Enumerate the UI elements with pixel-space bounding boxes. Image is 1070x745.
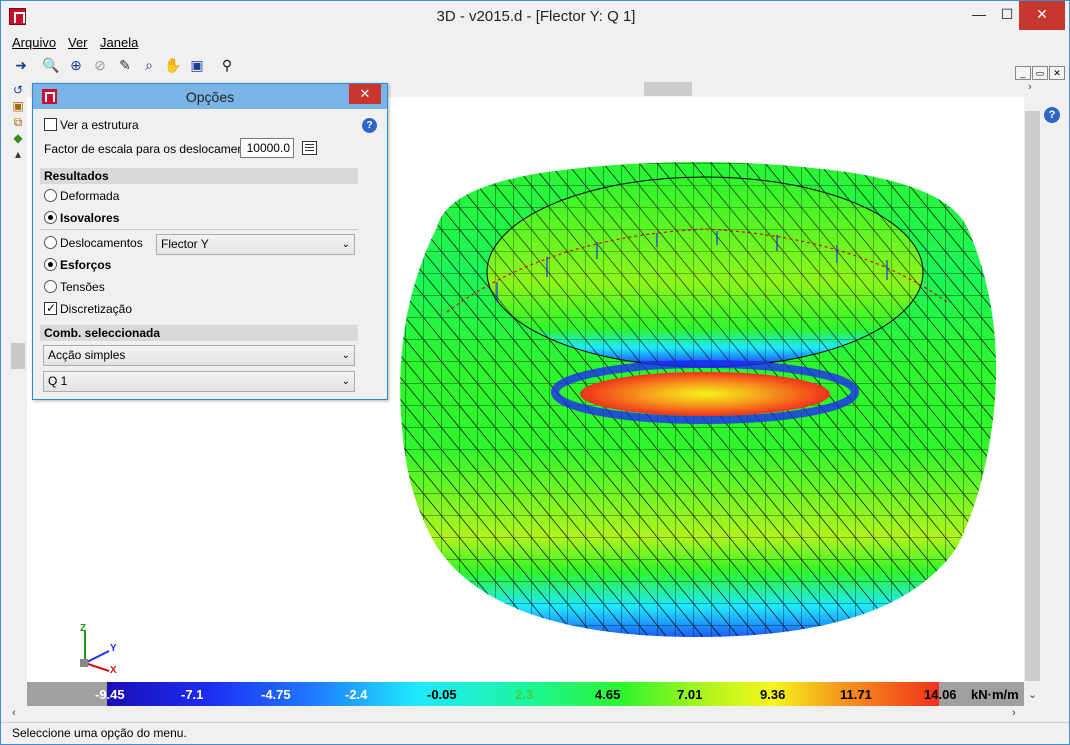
vertical-scroll-thumb[interactable] xyxy=(1025,111,1040,681)
axis-triad: Z Y X xyxy=(61,621,131,676)
tensoes-label: Tensões xyxy=(60,280,105,294)
toolbar: ➜ 🔍 ⊕ ⊘ ✎ ⌕ ✋ ▣ ⚲ ? xyxy=(1,52,1069,123)
rotate-view-icon[interactable]: ↺ xyxy=(11,83,25,97)
pan-hand-icon[interactable]: ✋ xyxy=(163,55,183,75)
options-body: Ver a estrutura ? Factor de escala para … xyxy=(38,113,383,397)
axis-z-label: Z xyxy=(80,623,86,634)
combination-type-select[interactable]: Acção simples ⌄ xyxy=(43,345,355,366)
binoculars-icon[interactable]: ⚲ xyxy=(217,55,237,75)
legend-label-1: -7.1 xyxy=(181,687,204,702)
scroll-left-arrow[interactable]: ‹ xyxy=(12,707,16,719)
menu-janela[interactable]: Janela xyxy=(100,35,138,50)
scale-factor-input[interactable]: 10000.0 xyxy=(240,138,294,158)
menu-bar: Arquivo Ver Janela _ ▭ ✕ xyxy=(1,32,1069,80)
legend-unit: kN·m/m xyxy=(971,687,1019,702)
deformada-label: Deformada xyxy=(60,189,120,203)
options-close-button[interactable]: ✕ xyxy=(349,84,381,104)
legend-label-9: 11.71 xyxy=(840,687,872,702)
calculator-icon[interactable] xyxy=(302,141,317,155)
combination-case-select[interactable]: Q 1 ⌄ xyxy=(43,371,355,392)
component-value: Flector Y xyxy=(161,237,209,251)
component-select[interactable]: Flector Y ⌄ xyxy=(156,234,355,255)
zoom-window-icon[interactable]: ⊕ xyxy=(66,55,86,75)
results-divider xyxy=(40,229,358,230)
pen-icon[interactable]: ✎ xyxy=(115,55,135,75)
multi-view-icon[interactable]: ⧉ xyxy=(11,115,25,129)
scroll-right-arrow[interactable]: › xyxy=(1028,81,1032,93)
title-bar: 3D - v2015.d - [Flector Y: Q 1] — ☐ ✕ xyxy=(1,1,1069,32)
deformada-radio[interactable] xyxy=(44,189,57,202)
tensoes-radio[interactable] xyxy=(44,280,57,293)
scroll-down-arrow[interactable]: ⌄ xyxy=(1028,688,1037,701)
horizontal-scrollbar[interactable]: ‹ › xyxy=(9,706,1041,722)
isovalores-label: Isovalores xyxy=(60,211,120,225)
cube-view-icon[interactable]: ▣ xyxy=(11,99,25,113)
isovalores-radio[interactable] xyxy=(44,211,57,224)
zoom-all-icon[interactable]: ⊘ xyxy=(90,55,110,75)
zoom-search-icon[interactable]: ⌕ xyxy=(139,55,159,75)
scale-factor-label: Factor de escala para os deslocamentos xyxy=(44,142,261,156)
scroll-thumb-top[interactable] xyxy=(644,82,692,96)
left-scroll-thumb[interactable] xyxy=(11,343,25,369)
scroll-right-arrow-bottom[interactable]: › xyxy=(1012,707,1016,719)
legend-label-6: 4.65 xyxy=(595,687,621,702)
zoom-pointer-icon[interactable]: 🔍 xyxy=(41,55,61,75)
view-tool-strip: ↺ ▣ ⧉ ◆ ▴ xyxy=(9,81,27,706)
panel-help-icon[interactable]: ? xyxy=(362,118,377,133)
combination-type-value: Acção simples xyxy=(48,348,126,362)
chevron-down-icon: ⌄ xyxy=(341,376,350,387)
window-title: 3D - v2015.d - [Flector Y: Q 1] xyxy=(436,8,636,25)
legend-label-4: -0.05 xyxy=(427,687,457,702)
results-section: Resultados xyxy=(40,168,358,184)
deslocamentos-label: Deslocamentos xyxy=(60,236,143,250)
axis-y-label: Y xyxy=(110,643,117,654)
status-bar: Seleccione uma opção do menu. xyxy=(1,722,1069,744)
discretizacao-label: Discretização xyxy=(60,302,133,316)
show-structure-checkbox[interactable] xyxy=(44,118,57,131)
app-window: 3D - v2015.d - [Flector Y: Q 1] — ☐ ✕ Ar… xyxy=(0,0,1070,745)
esforcos-radio[interactable] xyxy=(44,258,57,271)
help-icon[interactable]: ? xyxy=(1044,107,1060,123)
status-text: Seleccione uma opção do menu. xyxy=(12,726,187,740)
esforcos-label: Esforços xyxy=(60,258,112,272)
show-structure-label: Ver a estrutura xyxy=(60,118,139,132)
exit-icon[interactable]: ➜ xyxy=(11,55,31,75)
menu-ver[interactable]: Ver xyxy=(68,35,88,50)
color-legend: -9.45 -7.1 -4.75 -2.4 -0.05 2.3 4.65 7.0… xyxy=(27,682,1024,706)
menu-arquivo[interactable]: Arquivo xyxy=(12,35,56,50)
axis-x-label: X xyxy=(110,665,117,676)
close-button[interactable]: ✕ xyxy=(1019,1,1065,30)
scroll-up-icon[interactable]: ▴ xyxy=(11,147,25,161)
combination-case-value: Q 1 xyxy=(48,374,68,388)
legend-label-5: 2.3 xyxy=(515,687,534,702)
legend-label-2: -4.75 xyxy=(261,687,291,702)
chevron-down-icon: ⌄ xyxy=(341,239,350,250)
deslocamentos-radio[interactable] xyxy=(44,236,57,249)
legend-label-0: -9.45 xyxy=(95,687,125,702)
combination-section: Comb. seleccionada xyxy=(40,325,358,341)
options-title-bar[interactable]: Opções ✕ xyxy=(33,84,387,109)
legend-label-3: -2.4 xyxy=(345,687,368,702)
legend-label-10: 14.06 xyxy=(924,687,957,702)
legend-label-8: 9.36 xyxy=(760,687,786,702)
legend-label-7: 7.01 xyxy=(677,687,703,702)
options-panel: Opções ✕ Ver a estrutura ? Factor de esc… xyxy=(32,83,388,400)
discretizacao-checkbox[interactable] xyxy=(44,301,57,315)
vertical-scrollbar[interactable]: › ⌄ xyxy=(1024,81,1041,706)
chevron-down-icon: ⌄ xyxy=(341,350,350,361)
options-title: Opções xyxy=(185,89,235,105)
print-preview-icon[interactable]: ▣ xyxy=(187,55,207,75)
shaded-view-icon[interactable]: ◆ xyxy=(11,131,25,145)
